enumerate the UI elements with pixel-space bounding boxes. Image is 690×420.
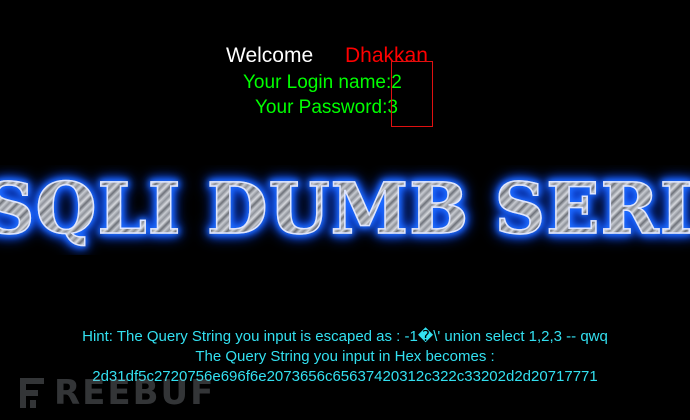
- login-name-line: Your Login name:2: [243, 72, 402, 93]
- hint-hex-label: The Query String you input in Hex become…: [195, 348, 495, 365]
- sqli-dumb-series-banner: SQLI DUMB SERIES: [0, 165, 690, 255]
- banner-title: SQLI DUMB SERIES: [0, 168, 690, 250]
- welcome-label: Welcome: [226, 44, 314, 67]
- password-line: Your Password:3: [255, 97, 398, 118]
- hint-escaped-line: Hint: The Query String you input is esca…: [82, 328, 608, 345]
- welcome-row: Welcome Dhakkan: [0, 42, 690, 72]
- red-highlight-box: [391, 61, 433, 127]
- watermark-text: REEBUF: [54, 373, 216, 413]
- freebuf-logo-icon: [20, 378, 44, 408]
- freebuf-watermark: REEBUF: [18, 372, 218, 414]
